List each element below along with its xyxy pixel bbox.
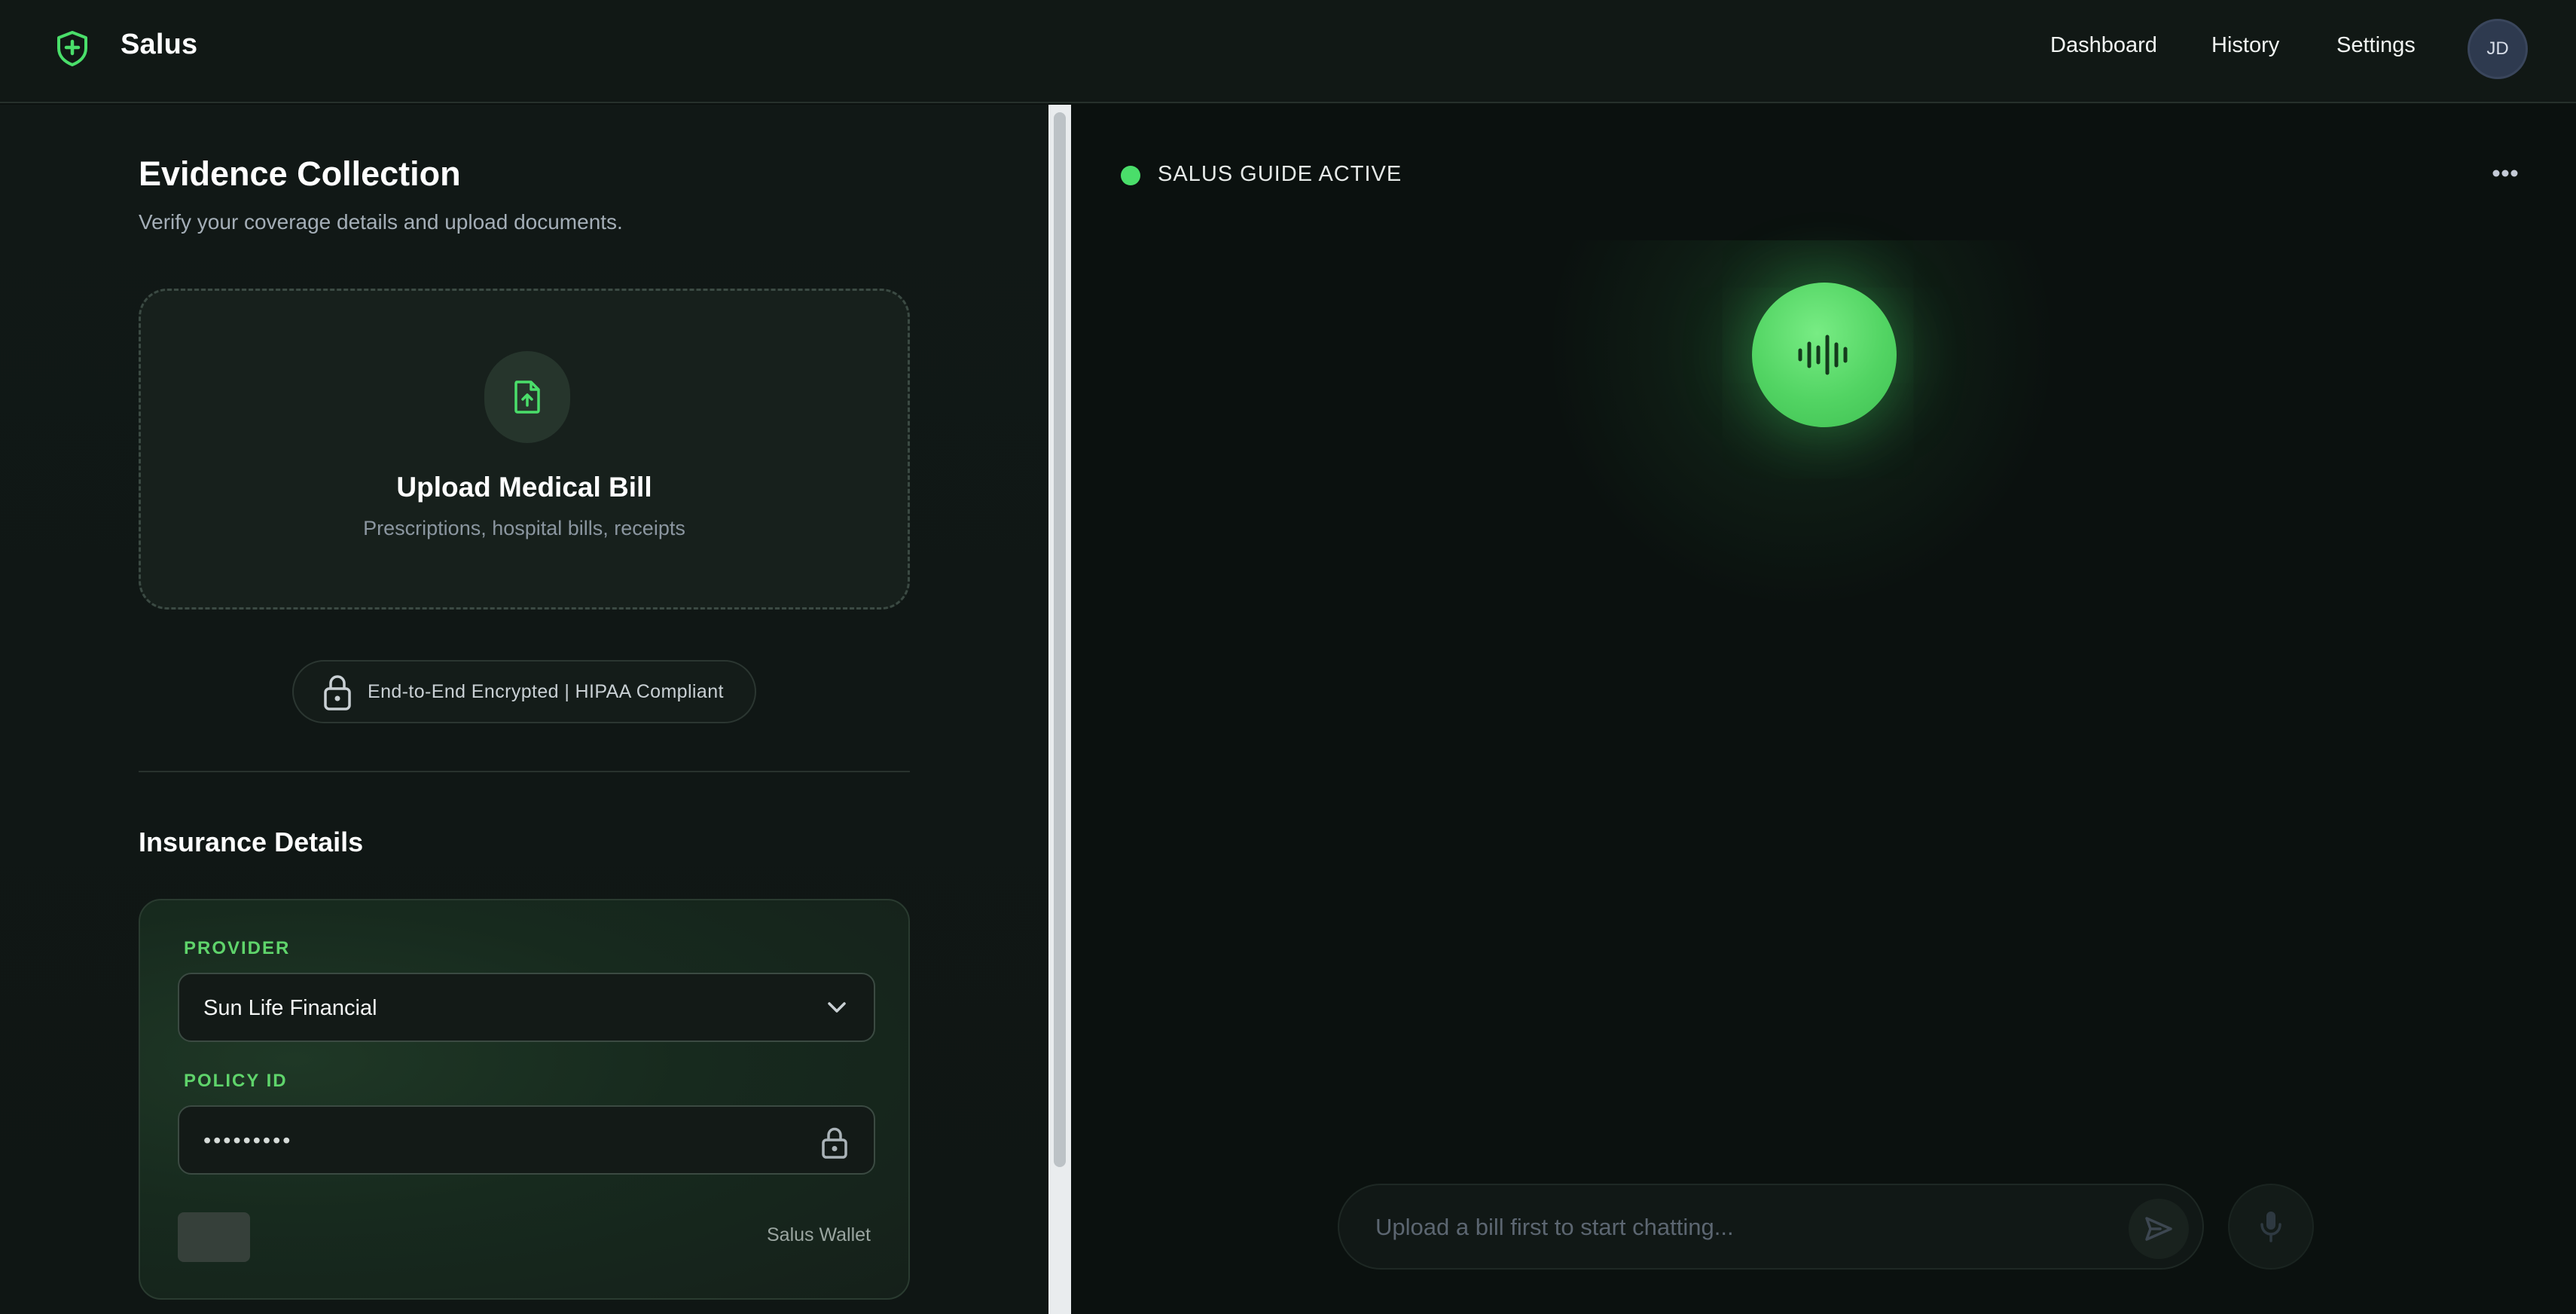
send-button[interactable]	[2129, 1199, 2189, 1259]
provider-value: Sun Life Financial	[203, 996, 377, 1020]
brand-name: Salus	[121, 29, 198, 60]
upload-subtitle: Prescriptions, hospital bills, receipts	[363, 517, 685, 539]
page-subtitle: Verify your coverage details and upload …	[139, 210, 623, 234]
lock-icon	[822, 1127, 847, 1159]
lock-icon	[324, 675, 351, 710]
wallet-chip	[178, 1212, 250, 1262]
shield-plus-icon	[57, 31, 87, 66]
status-dot	[1121, 166, 1140, 185]
file-upload-icon	[514, 380, 540, 414]
provider-select[interactable]: Sun Life Financial	[178, 973, 875, 1042]
nav-history[interactable]: History	[2211, 33, 2279, 58]
page-title: Evidence Collection	[139, 154, 461, 193]
section-divider	[139, 771, 910, 772]
microphone-icon	[2260, 1212, 2281, 1242]
scrollbar-thumb[interactable]	[1054, 112, 1066, 1167]
left-panel-scrollbar[interactable]	[1048, 105, 1071, 1314]
more-options-icon[interactable]	[2483, 162, 2528, 185]
upload-dropzone[interactable]: Upload Medical Bill Prescriptions, hospi…	[139, 289, 910, 610]
top-nav: Salus Dashboard History Settings JD	[0, 0, 2576, 103]
insurance-title: Insurance Details	[139, 827, 364, 857]
guide-panel: SALUS GUIDE ACTIVE Upload a bill first t…	[1071, 105, 2576, 1314]
security-badge-text: End-to-End Encrypted | HIPAA Compliant	[368, 681, 724, 702]
wallet-label: Salus Wallet	[766, 1224, 871, 1245]
send-icon	[2145, 1217, 2172, 1241]
insurance-card: PROVIDER Sun Life Financial POLICY ID ••…	[139, 899, 910, 1300]
chat-placeholder: Upload a bill first to start chatting...	[1375, 1214, 1734, 1240]
upload-title: Upload Medical Bill	[396, 472, 652, 503]
app-root: Salus Dashboard History Settings JD Evid…	[0, 0, 2576, 1314]
microphone-button[interactable]	[2228, 1184, 2314, 1270]
chevron-down-icon	[828, 1002, 846, 1013]
policy-id-label: POLICY ID	[184, 1071, 288, 1091]
nav-dashboard[interactable]: Dashboard	[2050, 33, 2157, 58]
nav-settings[interactable]: Settings	[2336, 33, 2416, 58]
evidence-panel: Evidence Collection Verify your coverage…	[0, 105, 1048, 1314]
user-avatar[interactable]: JD	[2468, 19, 2528, 79]
policy-id-value: •••••••••	[203, 1129, 293, 1153]
upload-icon-badge	[484, 351, 570, 443]
security-badge: End-to-End Encrypted | HIPAA Compliant	[292, 660, 756, 723]
guide-status: SALUS GUIDE ACTIVE	[1158, 162, 1402, 186]
provider-label: PROVIDER	[184, 938, 291, 958]
chat-input[interactable]: Upload a bill first to start chatting...	[1338, 1184, 2204, 1270]
policy-id-field[interactable]: •••••••••	[178, 1105, 875, 1175]
audio-waveform-icon	[1798, 335, 1848, 375]
voice-orb[interactable]	[1752, 283, 1897, 427]
